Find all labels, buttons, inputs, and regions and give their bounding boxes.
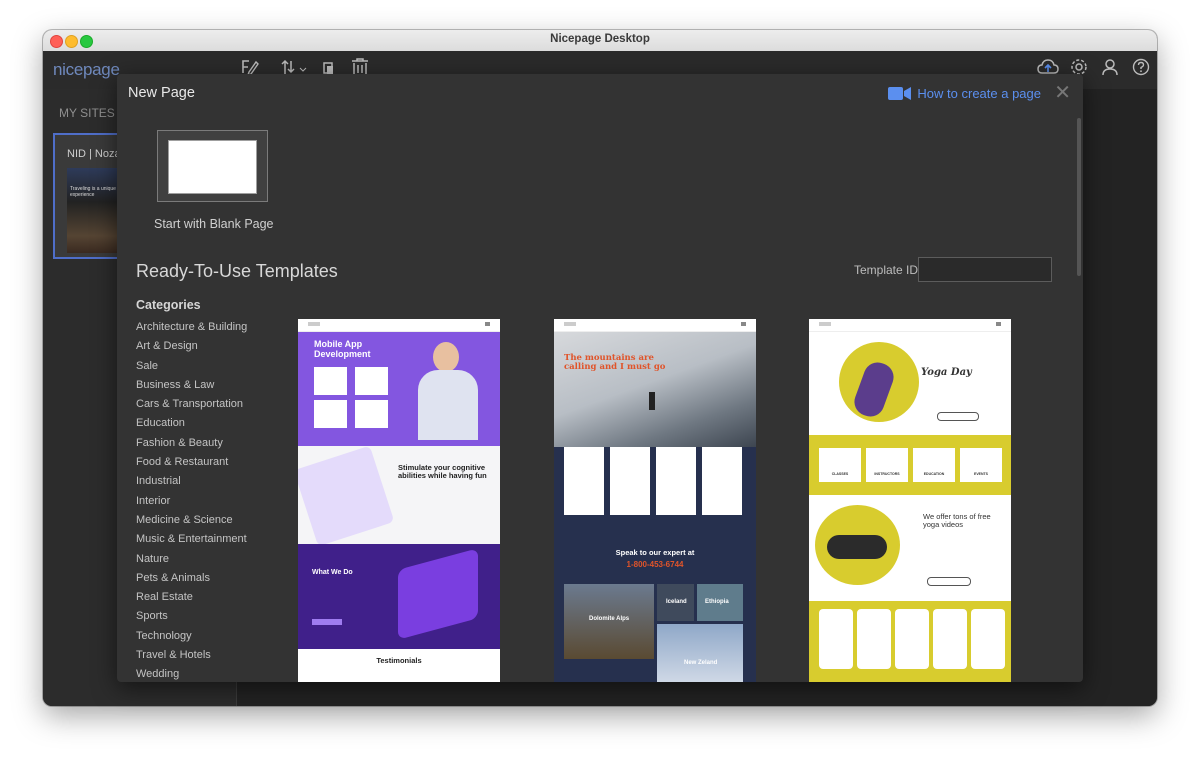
template-what-we-do: What We Do (298, 544, 500, 649)
template-instructors (809, 601, 1011, 682)
template-place-2: Iceland (666, 599, 687, 605)
category-real-estate[interactable]: Real Estate (136, 590, 247, 609)
template-heading: Yoga Day (921, 367, 972, 378)
template-feature-4: EVENTS (973, 472, 988, 476)
category-technology[interactable]: Technology (136, 629, 247, 648)
category-interior[interactable]: Interior (136, 494, 247, 513)
template-header (298, 319, 500, 332)
template-card-mobile-app[interactable]: Mobile App Development Stimulate your co… (298, 319, 500, 682)
blank-page-button[interactable] (157, 130, 268, 202)
site-card[interactable]: NID | Noza Traveling is a unique experie… (53, 133, 122, 259)
template-id-label: Template ID (854, 263, 919, 277)
template-gallery: Dolomite Alps Iceland Ethiopia New Zelan… (554, 584, 756, 682)
category-pets-animals[interactable]: Pets & Animals (136, 571, 247, 590)
template-videos: We offer tons of free yoga videos (809, 495, 1011, 601)
template-footer-title: Testimonials (376, 656, 422, 665)
user-icon[interactable] (1101, 58, 1119, 81)
template-cta: Speak to our expert at (615, 548, 695, 557)
category-industrial[interactable]: Industrial (136, 474, 247, 493)
templates-heading: Ready-To-Use Templates (136, 261, 338, 281)
template-phone: 1-800-453-6744 (626, 560, 684, 569)
how-to-create-page-label: How to create a page (917, 86, 1041, 101)
category-art-design[interactable]: Art & Design (136, 339, 247, 358)
category-medicine-science[interactable]: Medicine & Science (136, 513, 247, 532)
category-nature[interactable]: Nature (136, 552, 247, 571)
help-icon[interactable] (1132, 58, 1150, 81)
my-sites-label: MY SITES (59, 106, 115, 120)
blank-page-label[interactable]: Start with Blank Page (154, 217, 274, 231)
category-business-law[interactable]: Business & Law (136, 378, 247, 397)
video-camera-icon (888, 87, 912, 100)
template-place-4: New Zeland (684, 660, 718, 666)
template-section-title: What We Do (312, 569, 353, 576)
category-sports[interactable]: Sports (136, 609, 247, 628)
template-place-3: Ethiopia (705, 599, 729, 605)
new-page-dialog: New Page How to create a page ✕ Start wi… (117, 74, 1083, 682)
site-card-thumb-text: Traveling is a unique experience (70, 186, 116, 198)
dialog-title: New Page (128, 85, 195, 101)
template-contact: Speak to our expert at 1-800-453-6744 (554, 537, 756, 584)
blank-page-preview (168, 140, 257, 194)
categories-list: Architecture & Building Art & Design Sal… (136, 320, 247, 682)
categories-heading: Categories (136, 298, 201, 312)
nicepage-logo: nicepage (53, 60, 120, 79)
category-cars-transportation[interactable]: Cars & Transportation (136, 397, 247, 416)
category-fashion-beauty[interactable]: Fashion & Beauty (136, 436, 247, 455)
template-id-input[interactable] (918, 257, 1052, 282)
template-heading: Mobile App Development (314, 339, 371, 359)
site-card-name: NID | Noza (67, 148, 121, 160)
template-header (554, 319, 756, 332)
template-hero: Yoga Day (809, 332, 1011, 435)
category-wedding[interactable]: Wedding (136, 667, 247, 682)
template-feature-1: CLASSES (831, 472, 849, 476)
category-food-restaurant[interactable]: Food & Restaurant (136, 455, 247, 474)
title-bar: Nicepage Desktop (43, 30, 1157, 52)
template-card-mountains[interactable]: The mountains are calling and I must go … (554, 319, 756, 682)
template-place-1: Dolomite Alps (589, 616, 630, 622)
category-education[interactable]: Education (136, 416, 247, 435)
site-card-thumbnail: Traveling is a unique experience (67, 168, 120, 253)
window-title: Nicepage Desktop (550, 33, 650, 45)
category-sale[interactable]: Sale (136, 359, 247, 378)
how-to-create-page-link[interactable]: How to create a page (888, 86, 1041, 101)
template-hero: The mountains are calling and I must go (554, 332, 756, 447)
category-travel-hotels[interactable]: Travel & Hotels (136, 648, 247, 667)
template-hero: Mobile App Development (298, 332, 500, 446)
template-testimonials: Testimonials (298, 649, 500, 682)
close-dialog-icon[interactable]: ✕ (1054, 83, 1071, 103)
category-music-entertainment[interactable]: Music & Entertainment (136, 532, 247, 551)
template-feature-2: INSTRUCTORS (874, 472, 900, 476)
template-heading: The mountains are calling and I must go (564, 353, 666, 373)
template-subheading: We offer tons of free yoga videos (923, 512, 991, 530)
template-feature-3: EDUCATION (923, 472, 945, 476)
template-card-yoga[interactable]: Yoga Day CLASSES INSTRUCTORS EDUCATION E… (809, 319, 1011, 682)
template-activities (554, 447, 756, 537)
template-header (809, 319, 1011, 332)
category-architecture-building[interactable]: Architecture & Building (136, 320, 247, 339)
template-feature-section: Stimulate your cognitive abilities while… (298, 445, 500, 547)
template-subheading: Stimulate your cognitive abilities while… (398, 463, 487, 481)
dialog-scrollbar[interactable] (1077, 118, 1081, 276)
template-features: CLASSES INSTRUCTORS EDUCATION EVENTS (809, 435, 1011, 495)
